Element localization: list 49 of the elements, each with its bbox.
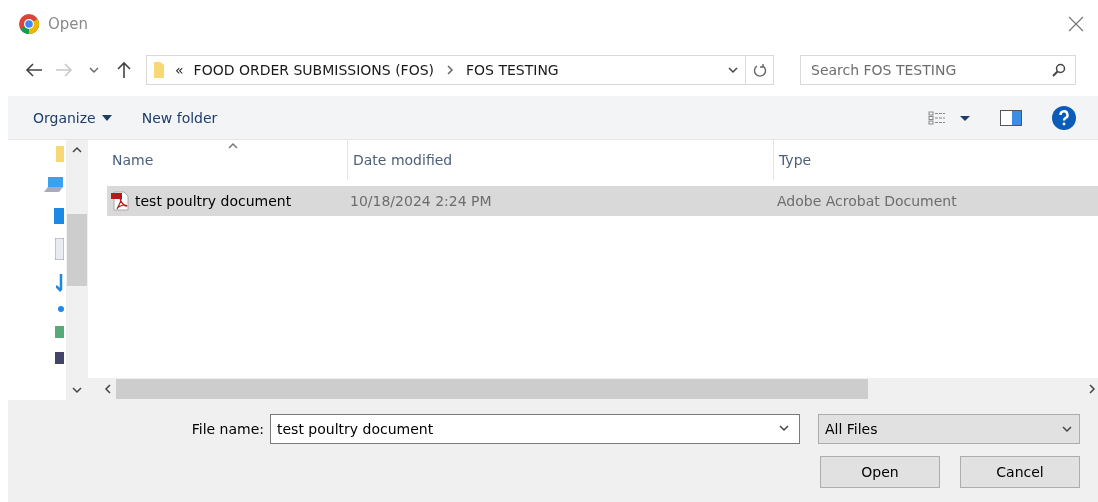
refresh-icon	[752, 63, 767, 77]
search-icon	[1052, 63, 1066, 77]
overflow-crumb[interactable]: «	[175, 62, 184, 78]
computer-icon	[44, 176, 64, 194]
vertical-scrollbar[interactable]	[66, 140, 88, 400]
folder-icon	[56, 146, 64, 162]
desktop-icon	[54, 208, 64, 224]
folder-icon	[153, 61, 165, 79]
chevron-down-icon	[89, 66, 99, 74]
address-bar[interactable]: « FOOD ORDER SUBMISSIONS (FOS) FOS TESTING	[146, 55, 774, 85]
organize-menu[interactable]: Organize	[33, 109, 112, 126]
breadcrumb-item[interactable]: FOS TESTING	[466, 62, 559, 78]
chevron-down-icon[interactable]	[778, 422, 790, 434]
file-row[interactable]: test poultry document 10/18/2024 2:24 PM Adobe Acrobat Document	[107, 186, 1098, 216]
scrollbar-thumb[interactable]	[116, 379, 868, 399]
open-button[interactable]: Open	[820, 456, 940, 488]
music-icon	[58, 306, 64, 312]
download-icon	[56, 274, 64, 292]
help-icon[interactable]	[1052, 105, 1076, 130]
column-header[interactable]: Type	[773, 140, 1098, 180]
window-title: Open	[48, 15, 90, 33]
file-name: test poultry document	[135, 193, 292, 209]
column-header[interactable]: Name	[107, 140, 347, 180]
file-name-label: File name:	[191, 421, 264, 437]
pdf-file-icon	[111, 191, 129, 211]
pictures-icon	[55, 326, 64, 338]
chevron-right-icon	[444, 64, 456, 76]
search-field[interactable]: Search FOS TESTING	[800, 55, 1076, 85]
column-header[interactable]: Date modified	[347, 140, 773, 180]
file-type: Adobe Acrobat Document	[776, 192, 958, 211]
date-modified: 10/18/2024 2:24 PM	[349, 192, 493, 211]
horizontal-scrollbar[interactable]	[88, 378, 1098, 400]
breadcrumb-item[interactable]: FOOD ORDER SUBMISSIONS (FOS)	[193, 62, 434, 78]
videos-icon	[55, 352, 64, 364]
cancel-button[interactable]: Cancel	[960, 456, 1080, 488]
scroll-left-icon	[102, 383, 114, 395]
chrome-logo-icon	[18, 13, 40, 35]
file-type-dropdown[interactable]: All Files	[818, 414, 1080, 444]
chevron-down-icon[interactable]	[727, 64, 739, 76]
view-options-icon[interactable]	[928, 110, 970, 125]
preview-pane-icon[interactable]	[1000, 109, 1022, 126]
scroll-right-icon	[1086, 383, 1098, 395]
close-icon[interactable]	[1068, 16, 1084, 32]
scrollbar-thumb[interactable]	[67, 214, 87, 286]
new-folder-button[interactable]: New folder	[141, 109, 218, 126]
caret-icon	[101, 114, 112, 121]
file-name-field[interactable]: test poultry document	[270, 414, 800, 444]
scroll-down-icon	[71, 384, 83, 396]
chevron-down-icon	[1061, 423, 1073, 435]
